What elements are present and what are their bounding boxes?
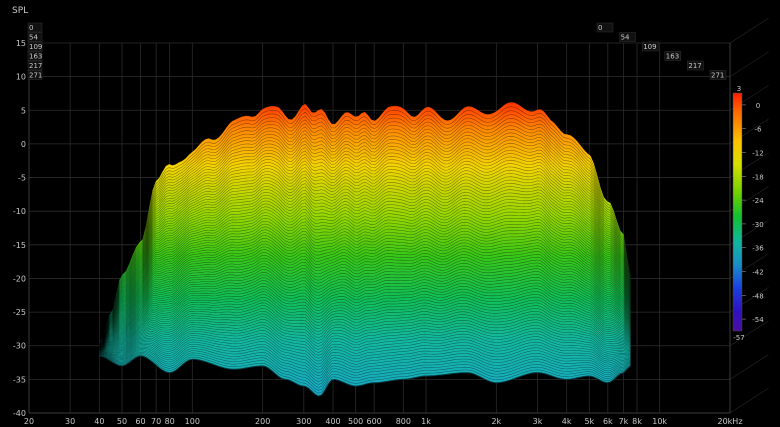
- svg-text:54: 54: [621, 34, 630, 42]
- svg-text:0: 0: [598, 24, 602, 32]
- y-tick-label: -35: [13, 375, 26, 384]
- svg-text:54: 54: [29, 34, 38, 42]
- colorbar-tick-label: 3: [737, 85, 741, 93]
- y-tick-label: 0: [21, 140, 26, 149]
- x-tick-label: 1k: [421, 417, 431, 426]
- x-tick-label: 10k: [652, 417, 667, 426]
- svg-text:163: 163: [29, 53, 42, 61]
- x-tick-label: 600: [367, 417, 382, 426]
- colorbar-tick-label: -36: [752, 245, 764, 253]
- x-tick-label: 7k: [619, 417, 629, 426]
- x-tick-label: 500: [348, 417, 363, 426]
- y-tick-label: -10: [13, 207, 26, 216]
- depth-tick-right: 271: [709, 70, 727, 80]
- x-tick-label: 200: [255, 417, 270, 426]
- x-tick-label: 5k: [584, 417, 594, 426]
- depth-tick-left: 109: [27, 41, 42, 52]
- colorbar-tick-label: -57: [733, 334, 744, 342]
- x-tick-label: 4k: [562, 417, 572, 426]
- y-tick-label: 5: [21, 106, 26, 115]
- depth-tick-left: 163: [27, 51, 42, 61]
- depth-tick-left: 217: [27, 60, 42, 71]
- x-tick-label: 2k: [491, 417, 501, 426]
- depth-tick-left: 54: [27, 32, 43, 42]
- colorbar-gradient: [732, 92, 743, 332]
- colorbar: 3 0 -6 -12 -18 -24 -30 -36 -42 -48 -54 -57: [732, 85, 764, 342]
- svg-text:109: 109: [29, 43, 42, 51]
- x-tick-label: 20: [24, 417, 34, 426]
- y-tick-label: -30: [13, 342, 26, 351]
- svg-text:217: 217: [688, 62, 701, 70]
- svg-text:109: 109: [643, 43, 656, 51]
- colorbar-tick-label: -54: [752, 316, 764, 324]
- x-tick-label: 3k: [533, 417, 543, 426]
- x-tick-label: 50: [117, 417, 127, 426]
- colorbar-tick-label: -18: [752, 173, 763, 181]
- depth-tick-right: 0: [596, 22, 614, 33]
- svg-text:0: 0: [29, 24, 33, 32]
- y-tick-label: -25: [13, 308, 26, 317]
- waterfall-surface: [99, 101, 631, 397]
- y-tick-label: 10: [16, 73, 26, 82]
- x-tick-label: 70: [151, 417, 161, 426]
- grid-line: [729, 354, 769, 380]
- x-tick-label: 8k: [632, 417, 642, 426]
- grid-line: [729, 387, 769, 414]
- x-tick-label: 300: [296, 417, 311, 426]
- x-tick-label: 800: [396, 417, 411, 426]
- y-axis-label: SPL: [12, 6, 28, 16]
- colorbar-tick-label: -48: [752, 292, 763, 300]
- grid-line: [729, 17, 769, 44]
- grid-line: [729, 51, 769, 77]
- x-tick-label: 20kHz: [717, 417, 742, 426]
- colorbar-tick-label: -42: [752, 269, 763, 277]
- waterfall-chart: 151050-5-10-15-20-25-30-35-4020 30 40 50 60 7…: [12, 6, 769, 426]
- x-tick-label: 80: [165, 417, 175, 426]
- svg-text:163: 163: [666, 53, 679, 61]
- svg-text:271: 271: [29, 72, 42, 80]
- colorbar-tick-label: -6: [755, 126, 763, 134]
- x-tick-label: 6k: [603, 417, 613, 426]
- y-tick-label: 15: [16, 39, 26, 48]
- x-tick-label: 100: [185, 417, 200, 426]
- depth-tick-right: 54: [619, 32, 636, 42]
- depth-tick-right: 217: [687, 60, 704, 71]
- depth-tick-left: 0: [27, 22, 43, 33]
- depth-tick-right: 109: [641, 41, 659, 52]
- colorbar-tick-label: 0: [756, 102, 760, 110]
- x-tick-label: 40: [94, 417, 104, 426]
- depth-tick-left: 271: [27, 70, 42, 80]
- colorbar-tick-label: -12: [752, 150, 763, 158]
- svg-text:217: 217: [29, 62, 42, 70]
- y-tick-label: -15: [13, 241, 26, 250]
- x-tick-label: 30: [65, 417, 75, 426]
- x-tick-label: 60: [135, 417, 145, 426]
- y-tick-label: -5: [18, 174, 26, 183]
- depth-tick-right: 163: [664, 51, 682, 61]
- svg-text:271: 271: [711, 72, 724, 80]
- colorbar-tick-label: -24: [752, 197, 764, 205]
- colorbar-tick-label: -30: [752, 221, 763, 229]
- y-tick-label: -20: [13, 274, 26, 283]
- x-tick-label: 400: [325, 417, 340, 426]
